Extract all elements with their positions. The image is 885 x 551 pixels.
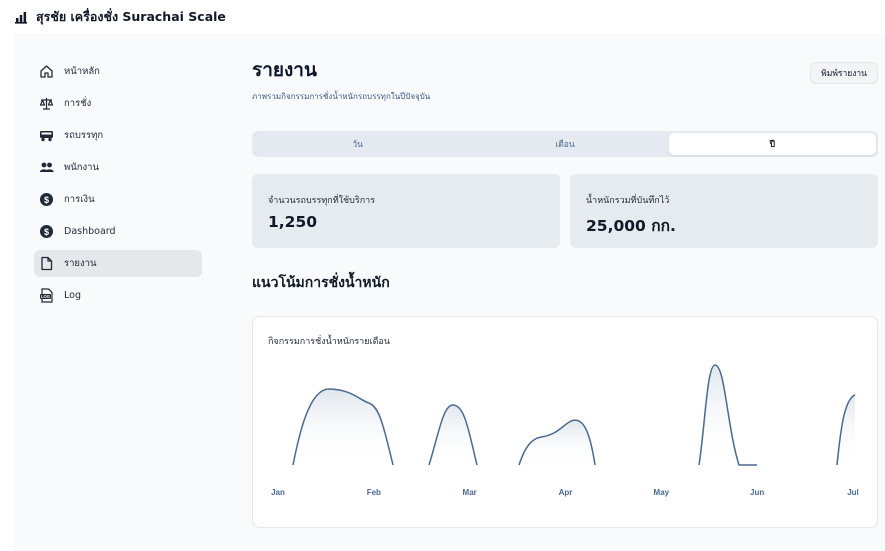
stat-card-trucks: จำนวนรถบรรทุกที่ใช้บริการ 1,250 bbox=[252, 174, 560, 248]
app-shell: หน้าหลัก การชั่ง รถบรรทุก พนักงาน $ การเ… bbox=[14, 34, 885, 551]
tab-month[interactable]: เดือน bbox=[461, 133, 668, 155]
stat-value: 25,000 กก. bbox=[586, 217, 676, 235]
x-axis: Jan Feb Mar Apr May Jun Jul bbox=[271, 488, 859, 497]
sidebar-item-weighing[interactable]: การชั่ง bbox=[34, 90, 202, 117]
file-icon bbox=[39, 256, 54, 271]
x-tick-label: Feb bbox=[367, 488, 381, 497]
app-header: สุรชัย เครื่องชั่ง Surachai Scale bbox=[0, 0, 885, 34]
sidebar-item-finance[interactable]: $ การเงิน bbox=[34, 186, 202, 213]
log-icon: LOG bbox=[39, 288, 54, 303]
x-tick-label: May bbox=[654, 488, 670, 497]
chart-card: กิจกรรมการชั่งน้ำหนักรายเดือน Jan Feb Ma… bbox=[252, 316, 878, 528]
activity-chart: Jan Feb Mar Apr May Jun Jul bbox=[271, 364, 859, 497]
sidebar-item-label: Dashboard bbox=[64, 226, 116, 237]
stat-card-weight: น้ำหนักรวมที่บันทึกไว้ 25,000 กก. bbox=[570, 174, 878, 248]
x-tick-label: Apr bbox=[559, 488, 573, 497]
sidebar-item-label: การเงิน bbox=[64, 194, 95, 205]
sidebar-item-dashboard[interactable]: $ Dashboard bbox=[34, 218, 202, 245]
home-icon bbox=[39, 64, 54, 79]
page-title: รายงาน bbox=[252, 59, 317, 81]
sidebar-item-log[interactable]: LOG Log bbox=[34, 282, 202, 309]
stats-row: จำนวนรถบรรทุกที่ใช้บริการ 1,250 น้ำหนักร… bbox=[252, 174, 878, 248]
svg-text:$: $ bbox=[44, 227, 49, 237]
sidebar-item-label: การชั่ง bbox=[64, 98, 92, 109]
sidebar-item-label: หน้าหลัก bbox=[64, 66, 100, 77]
dollar-icon: $ bbox=[39, 192, 54, 207]
sidebar-item-label: Log bbox=[64, 290, 81, 301]
stat-label: น้ำหนักรวมที่บันทึกไว้ bbox=[586, 196, 670, 206]
x-tick-label: Jan bbox=[271, 488, 285, 497]
sidebar-item-reports[interactable]: รายงาน bbox=[34, 250, 202, 277]
chart-area bbox=[293, 389, 393, 465]
main-content: รายงาน ภาพรวมกิจกรรมการชั่งน้ำหนักรถบรรท… bbox=[252, 58, 878, 528]
scale-icon bbox=[39, 96, 54, 111]
page-subtitle: ภาพรวมกิจกรรมการชั่งน้ำหนักรถบรรทุกในปีป… bbox=[252, 92, 431, 101]
svg-text:$: $ bbox=[44, 195, 49, 205]
sidebar-item-staff[interactable]: พนักงาน bbox=[34, 154, 202, 181]
svg-text:LOG: LOG bbox=[41, 294, 50, 299]
x-tick-label: Jul bbox=[847, 488, 859, 497]
section-title: แนวโน้มการชั่งน้ำหนัก bbox=[252, 275, 390, 291]
chart-area bbox=[837, 395, 855, 465]
tab-day[interactable]: วัน bbox=[254, 133, 461, 155]
chart-icon bbox=[15, 12, 27, 24]
app-title: สุรชัย เครื่องชั่ง Surachai Scale bbox=[36, 9, 226, 24]
sidebar: หน้าหลัก การชั่ง รถบรรทุก พนักงาน $ การเ… bbox=[34, 58, 202, 314]
sidebar-item-label: พนักงาน bbox=[64, 162, 99, 173]
x-tick-label: Jun bbox=[750, 488, 764, 497]
dollar-icon: $ bbox=[39, 224, 54, 239]
sidebar-item-trucks[interactable]: รถบรรทุก bbox=[34, 122, 202, 149]
stat-value: 1,250 bbox=[268, 213, 318, 231]
x-tick-label: Mar bbox=[463, 488, 477, 497]
sidebar-item-home[interactable]: หน้าหลัก bbox=[34, 58, 202, 85]
stat-label: จำนวนรถบรรทุกที่ใช้บริการ bbox=[268, 196, 376, 206]
period-tabs: วัน เดือน ปี bbox=[252, 131, 878, 157]
sidebar-item-label: รถบรรทุก bbox=[64, 130, 104, 141]
sidebar-item-label: รายงาน bbox=[64, 258, 97, 269]
print-report-button[interactable]: พิมพ์รายงาน bbox=[810, 62, 878, 84]
truck-icon bbox=[39, 128, 54, 143]
users-icon bbox=[39, 160, 54, 175]
tab-year[interactable]: ปี bbox=[668, 133, 876, 155]
